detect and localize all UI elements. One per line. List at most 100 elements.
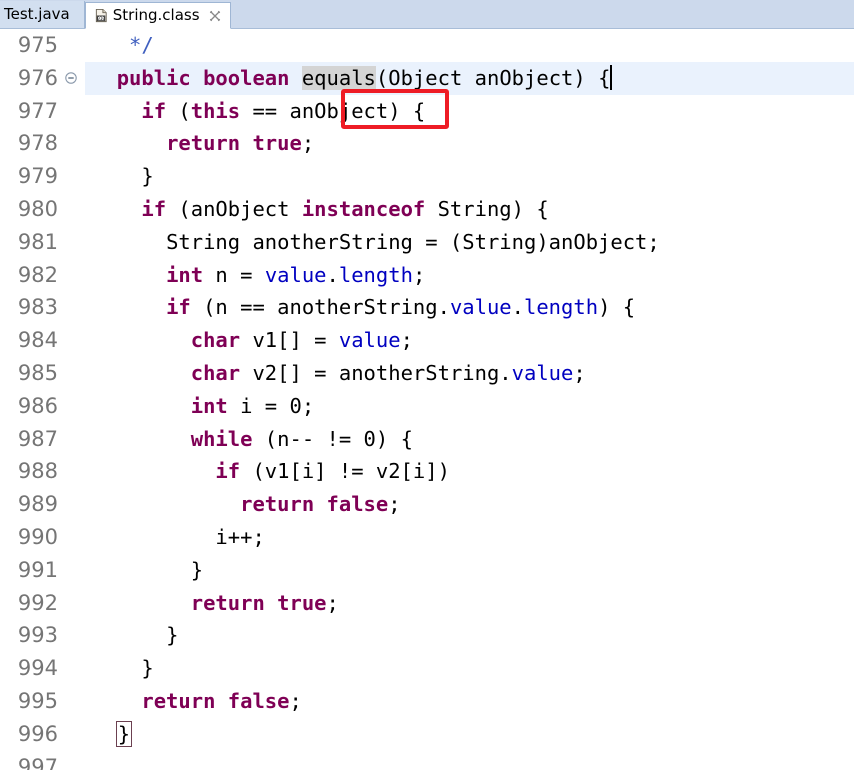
code-line[interactable]: 982 int n = value.length; xyxy=(0,258,854,292)
line-number: 995 xyxy=(0,684,62,718)
code-line[interactable]: 976 public boolean equals(Object anObjec… xyxy=(0,61,854,95)
code-line[interactable]: 978 return true; xyxy=(0,127,854,161)
code-text[interactable]: String anotherString = (String)anObject; xyxy=(85,226,854,259)
code-line[interactable]: 983 if (n == anotherString.value.length)… xyxy=(0,291,854,325)
fold-spacer xyxy=(62,291,85,325)
line-number: 988 xyxy=(0,455,62,489)
code-line[interactable]: 979 } xyxy=(0,160,854,193)
code-line[interactable]: 977 if (this == anObject) { xyxy=(0,94,854,128)
fold-spacer xyxy=(62,422,85,456)
code-token: (n == anotherString. xyxy=(190,295,450,320)
code-line[interactable]: 991 } xyxy=(0,553,854,587)
code-line[interactable]: 995 return false; xyxy=(0,684,854,718)
code-text[interactable]: return true; xyxy=(85,587,854,620)
code-token: boolean xyxy=(203,65,302,90)
code-text[interactable] xyxy=(85,751,854,770)
code-line[interactable]: 989 return false; xyxy=(0,488,854,521)
code-token: ; xyxy=(573,360,586,385)
code-text[interactable]: return false; xyxy=(85,685,854,718)
code-text[interactable]: if (v1[i] != v2[i]) xyxy=(85,455,854,488)
code-token: instanceof xyxy=(301,196,426,221)
code-line[interactable]: 992 return true; xyxy=(0,586,854,620)
code-token: int xyxy=(166,262,204,287)
code-text[interactable]: public boolean equals(Object anObject) { xyxy=(85,62,854,95)
code-token: int xyxy=(190,393,228,418)
code-text[interactable]: } xyxy=(85,160,854,193)
code-token: String anotherString = (String)anObject; xyxy=(166,229,660,254)
code-text[interactable]: if (this == anObject) { xyxy=(85,95,854,128)
code-token: value xyxy=(338,328,401,353)
code-line[interactable]: 996 } xyxy=(0,717,854,751)
code-text[interactable]: if (n == anotherString.value.length) { xyxy=(85,291,854,324)
code-lines[interactable]: 975 */976 public boolean equals(Object a… xyxy=(0,29,854,770)
fold-spacer xyxy=(62,488,85,521)
fold-spacer xyxy=(62,225,85,259)
tab-label: String.class xyxy=(112,6,200,24)
code-token: ; xyxy=(326,590,339,615)
close-icon[interactable] xyxy=(200,10,221,22)
code-token: } xyxy=(166,623,179,648)
code-text[interactable]: char v2[] = anotherString.value; xyxy=(85,357,854,390)
code-token: String) { xyxy=(425,196,549,221)
code-text[interactable]: } xyxy=(85,619,854,652)
line-number: 997 xyxy=(0,750,62,770)
fold-collapse-icon[interactable] xyxy=(62,61,85,95)
code-token: if xyxy=(141,98,167,123)
fold-spacer xyxy=(62,717,85,751)
code-text[interactable]: } xyxy=(85,554,854,587)
class-file-icon: 010 xyxy=(94,8,113,23)
code-token: (anObject xyxy=(166,196,302,221)
code-line[interactable]: 980 if (anObject instanceof String) { xyxy=(0,192,854,226)
line-number: 986 xyxy=(0,389,62,423)
fold-spacer xyxy=(62,94,85,128)
code-line[interactable]: 993 } xyxy=(0,619,854,653)
fold-spacer xyxy=(62,29,85,62)
code-editor-area[interactable]: 975 */976 public boolean equals(Object a… xyxy=(0,29,854,770)
code-text[interactable]: if (anObject instanceof String) { xyxy=(85,193,854,226)
code-token: } xyxy=(141,164,154,189)
code-text[interactable]: char v1[] = value; xyxy=(85,324,854,357)
code-line[interactable]: 988 if (v1[i] != v2[i]) xyxy=(0,455,854,489)
code-line[interactable]: 975 */ xyxy=(0,29,854,62)
code-line[interactable]: 987 while (n-- != 0) { xyxy=(0,422,854,456)
line-number: 975 xyxy=(0,29,62,62)
code-text[interactable]: } xyxy=(85,652,854,685)
code-text[interactable]: int n = value.length; xyxy=(85,259,854,292)
tab-string-class[interactable]: 010 String.class xyxy=(84,2,231,29)
fold-spacer xyxy=(62,750,85,770)
code-text[interactable]: i++; xyxy=(85,521,854,554)
code-text[interactable]: return false; xyxy=(85,488,854,521)
code-token: if xyxy=(141,196,167,221)
code-text[interactable]: */ xyxy=(85,29,854,62)
code-line[interactable]: 997 xyxy=(0,750,854,770)
line-number: 993 xyxy=(0,619,62,653)
code-line[interactable]: 981 String anotherString = (String)anObj… xyxy=(0,225,854,259)
code-token: } xyxy=(115,720,133,747)
line-number: 985 xyxy=(0,356,62,390)
fold-spacer xyxy=(62,192,85,226)
code-line[interactable]: 994 } xyxy=(0,652,854,685)
code-text[interactable]: return true; xyxy=(85,127,854,160)
code-line[interactable]: 985 char v2[] = anotherString.value; xyxy=(0,356,854,390)
code-text[interactable]: while (n-- != 0) { xyxy=(85,423,854,456)
tab-test-java[interactable]: Test.java xyxy=(0,1,85,28)
code-text[interactable]: int i = 0; xyxy=(85,390,854,423)
code-token: return xyxy=(166,131,253,156)
fold-spacer xyxy=(62,520,85,554)
code-token: value xyxy=(511,360,574,385)
code-token: false xyxy=(227,688,290,713)
code-text[interactable]: } xyxy=(85,718,854,751)
code-line[interactable]: 984 char v1[] = value; xyxy=(0,324,854,357)
code-token: ; xyxy=(388,492,401,517)
code-line[interactable]: 990 i++; xyxy=(0,520,854,554)
code-line[interactable]: 986 int i = 0; xyxy=(0,389,854,423)
